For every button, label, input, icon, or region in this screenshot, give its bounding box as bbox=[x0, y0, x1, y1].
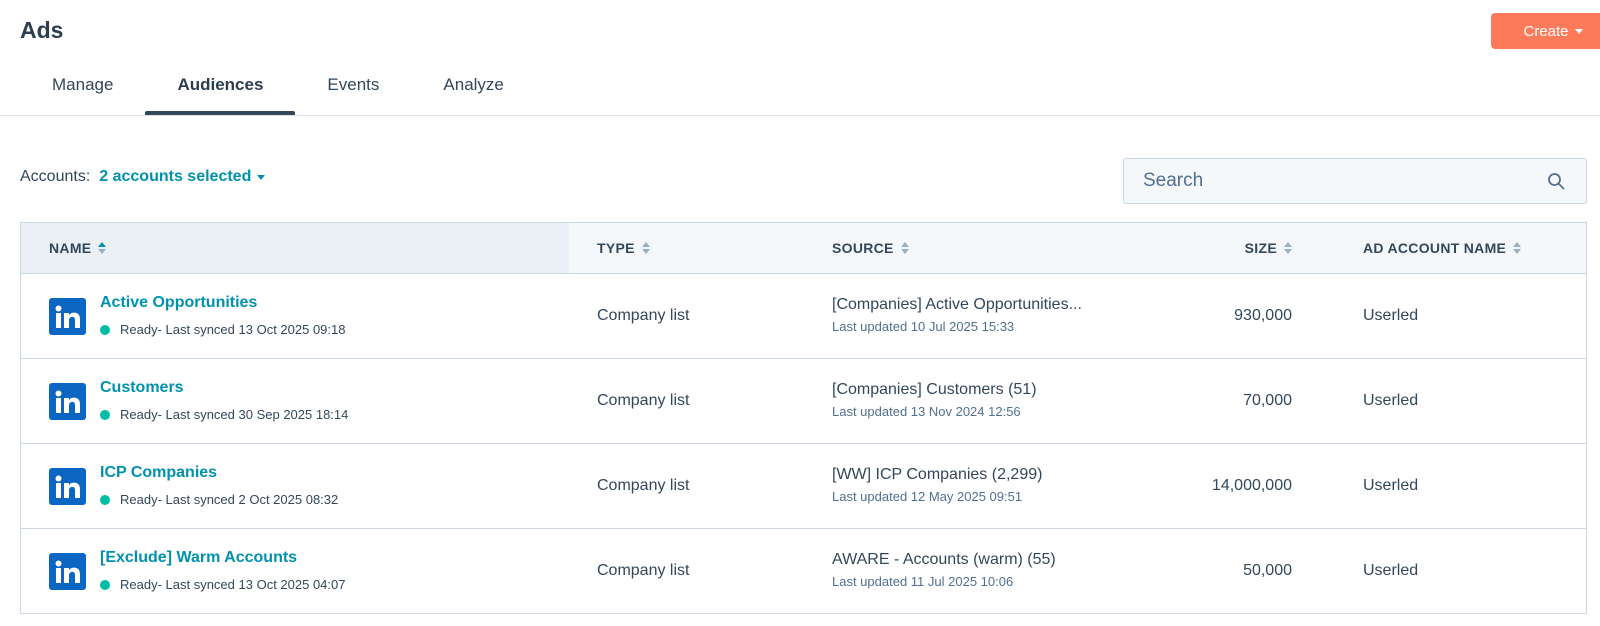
column-header-type-label: TYPE bbox=[597, 240, 635, 256]
page-title: Ads bbox=[20, 17, 64, 43]
audience-source: [Companies] Customers (51) bbox=[832, 381, 1037, 398]
column-header-type[interactable]: TYPE bbox=[597, 223, 650, 273]
audience-source: AWARE - Accounts (warm) (55) bbox=[832, 551, 1056, 568]
sync-status-text: Ready- Last synced 13 Oct 2025 04:07 bbox=[120, 577, 346, 592]
audience-size: 14,000,000 bbox=[1211, 477, 1292, 494]
create-button[interactable]: Create bbox=[1491, 13, 1600, 49]
tab-manage[interactable]: Manage bbox=[20, 62, 145, 116]
sort-icon bbox=[641, 242, 650, 254]
status-dot-icon bbox=[100, 324, 110, 335]
column-header-name-label: NAME bbox=[49, 240, 92, 256]
status-dot-icon bbox=[100, 494, 110, 505]
table-row: Customers Ready- Last synced 30 Sep 2025… bbox=[21, 359, 1586, 444]
sync-status: Ready- Last synced 13 Oct 2025 04:07 bbox=[100, 577, 345, 592]
audience-name-link[interactable]: Active Opportunities bbox=[100, 294, 257, 312]
ad-account-name: Userled bbox=[1363, 477, 1419, 494]
audiences-table: NAME TYPE SOURCE SIZE AD ACCOUNT NAME Ac… bbox=[20, 222, 1587, 614]
column-header-source-label: SOURCE bbox=[832, 240, 894, 256]
audience-name-link[interactable]: Customers bbox=[100, 379, 184, 397]
sort-icon bbox=[1513, 242, 1522, 254]
audience-source: [Companies] Active Opportunities... bbox=[832, 296, 1082, 313]
sync-status-text: Ready- Last synced 30 Sep 2025 18:14 bbox=[120, 407, 349, 422]
chevron-down-icon bbox=[257, 174, 266, 180]
search-icon[interactable] bbox=[1546, 171, 1566, 191]
accounts-filter: Accounts: 2 accounts selected bbox=[20, 168, 266, 186]
audience-type: Company list bbox=[597, 307, 690, 324]
table-row: ICP Companies Ready- Last synced 2 Oct 2… bbox=[21, 444, 1586, 529]
tab-audiences[interactable]: Audiences bbox=[145, 62, 296, 116]
audience-name-link[interactable]: [Exclude] Warm Accounts bbox=[100, 549, 297, 567]
linkedin-icon bbox=[49, 468, 86, 505]
column-header-size[interactable]: SIZE bbox=[1245, 223, 1292, 273]
source-last-updated: Last updated 10 Jul 2025 15:33 bbox=[832, 319, 1015, 334]
sync-status-text: Ready- Last synced 13 Oct 2025 09:18 bbox=[120, 322, 346, 337]
accounts-dropdown-value: 2 accounts selected bbox=[99, 168, 252, 185]
search-box bbox=[1123, 158, 1587, 204]
linkedin-icon bbox=[49, 553, 86, 590]
tab-analyze[interactable]: Analyze bbox=[411, 62, 535, 116]
audience-source: [WW] ICP Companies (2,299) bbox=[832, 466, 1043, 483]
tab-bar: Manage Audiences Events Analyze bbox=[20, 62, 536, 116]
chevron-down-icon bbox=[1574, 28, 1583, 34]
accounts-label: Accounts: bbox=[20, 168, 91, 185]
source-last-updated: Last updated 12 May 2025 09:51 bbox=[832, 489, 1023, 504]
accounts-dropdown[interactable]: 2 accounts selected bbox=[99, 168, 266, 186]
column-header-ad-account-name[interactable]: AD ACCOUNT NAME bbox=[1363, 223, 1522, 273]
audience-type: Company list bbox=[597, 392, 690, 409]
sync-status: Ready- Last synced 13 Oct 2025 09:18 bbox=[100, 322, 345, 337]
audience-type: Company list bbox=[597, 477, 690, 494]
sort-icon bbox=[1284, 242, 1292, 254]
tab-events[interactable]: Events bbox=[295, 62, 411, 116]
audience-size: 50,000 bbox=[1243, 562, 1292, 579]
linkedin-icon bbox=[49, 383, 86, 420]
table-row: Active Opportunities Ready- Last synced … bbox=[21, 274, 1586, 359]
table-row: [Exclude] Warm Accounts Ready- Last sync… bbox=[21, 529, 1586, 613]
column-header-account-label: AD ACCOUNT NAME bbox=[1363, 240, 1507, 256]
tabs-divider bbox=[0, 115, 1600, 116]
create-button-label: Create bbox=[1523, 22, 1569, 40]
column-header-size-label: SIZE bbox=[1244, 240, 1277, 256]
status-dot-icon bbox=[100, 409, 110, 420]
sync-status: Ready- Last synced 2 Oct 2025 08:32 bbox=[100, 492, 338, 507]
status-dot-icon bbox=[100, 579, 110, 590]
audience-type: Company list bbox=[597, 562, 690, 579]
sort-icon bbox=[900, 242, 909, 254]
audience-name-link[interactable]: ICP Companies bbox=[100, 464, 217, 482]
audience-size: 70,000 bbox=[1243, 392, 1292, 409]
column-header-source[interactable]: SOURCE bbox=[832, 223, 909, 273]
sort-icon bbox=[98, 242, 107, 254]
sync-status: Ready- Last synced 30 Sep 2025 18:14 bbox=[100, 407, 348, 422]
ad-account-name: Userled bbox=[1363, 392, 1419, 409]
table-header: NAME TYPE SOURCE SIZE AD ACCOUNT NAME bbox=[21, 223, 1586, 274]
source-last-updated: Last updated 11 Jul 2025 10:06 bbox=[832, 574, 1014, 589]
ad-account-name: Userled bbox=[1363, 307, 1419, 324]
audience-size: 930,000 bbox=[1234, 307, 1292, 324]
ad-account-name: Userled bbox=[1363, 562, 1419, 579]
linkedin-icon bbox=[49, 298, 86, 335]
search-input[interactable] bbox=[1124, 159, 1546, 203]
column-header-name[interactable]: NAME bbox=[21, 223, 569, 273]
sync-status-text: Ready- Last synced 2 Oct 2025 08:32 bbox=[120, 492, 339, 507]
source-last-updated: Last updated 13 Nov 2024 12:56 bbox=[832, 404, 1021, 419]
